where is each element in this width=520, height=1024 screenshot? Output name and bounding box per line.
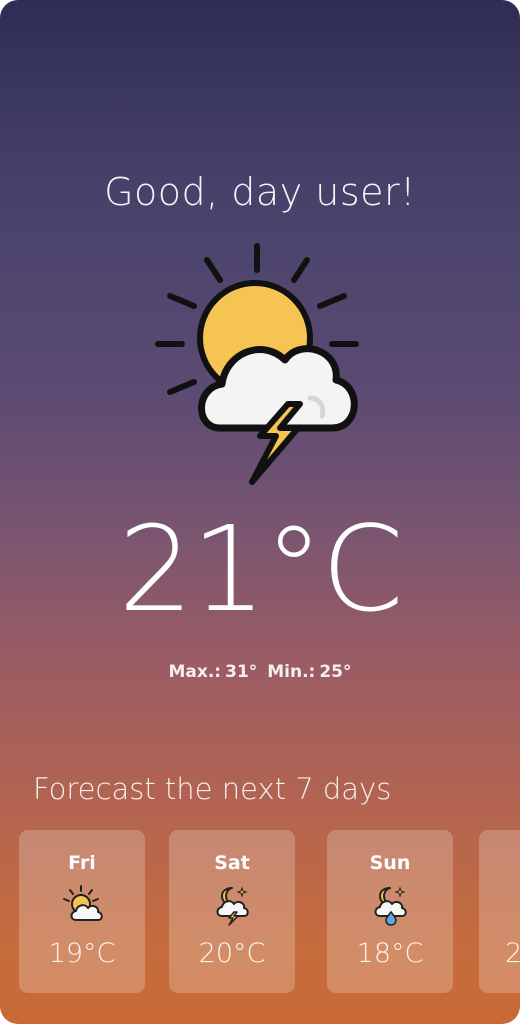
forecast-card-partial[interactable]: 2 [479, 830, 520, 993]
greeting-text: Good, day user! [104, 170, 416, 214]
forecast-temp: 19°C [48, 938, 116, 969]
forecast-temp: 20°C [198, 938, 266, 969]
max-value: 31° [225, 662, 258, 682]
forecast-list[interactable]: Fri 19°C Sat 20°C Sun 18°C 2 [19, 830, 520, 995]
forecast-card-sat[interactable]: Sat 20°C [169, 830, 295, 993]
min-max-row: Max.: 31° Min.: 25° [0, 662, 520, 682]
partly-sunny-icon [63, 885, 103, 921]
max-label: Max.: [168, 662, 222, 682]
night-rain-icon [374, 886, 407, 926]
forecast-temp: 18°C [356, 938, 424, 969]
current-temperature: 21°C [118, 500, 404, 638]
forecast-day-name: Sat [214, 852, 250, 874]
sun-cloud-lightning-icon [155, 243, 359, 485]
forecast-day-name: Sun [369, 852, 411, 874]
forecast-temp: 2 [505, 938, 520, 969]
min-label: Min.: [267, 662, 316, 682]
forecast-card-sun[interactable]: Sun 18°C [327, 830, 453, 993]
forecast-title: Forecast the next 7 days [33, 772, 392, 806]
forecast-day-name: Fri [68, 852, 96, 874]
min-value: 25° [319, 662, 352, 682]
weather-screen: Good, day user! 21°C Max.: 31° Min.: 25° F… [0, 0, 520, 1024]
forecast-card-fri[interactable]: Fri 19°C [19, 830, 145, 993]
night-thunderstorm-icon [216, 886, 249, 926]
